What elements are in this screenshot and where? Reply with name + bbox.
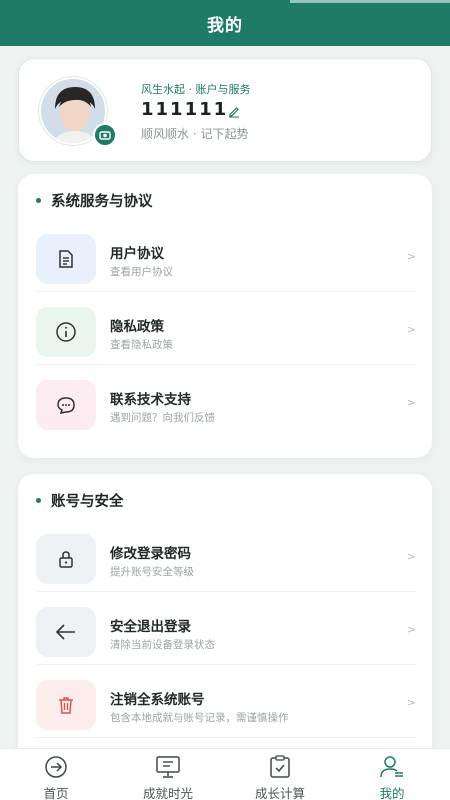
page-title: 我的 (207, 15, 243, 36)
section-system-services: 系统服务与协议 用户协议 查看用户协议 > 隐私政策 查看隐私政策 > 联系技术… (18, 174, 432, 458)
menu-item-title: 联系技术支持 (110, 392, 191, 408)
menu-item-title: 隐私政策 (110, 319, 164, 335)
arrow-circle-icon (43, 755, 69, 779)
menu-item-delete-account[interactable]: 注销全系统账号 包含本地成就与账号记录，需谨慎操作 > (36, 672, 416, 738)
trash-icon (36, 680, 96, 730)
tab-label: 成就时光 (142, 786, 193, 800)
section-title: 账号与安全 (36, 490, 124, 511)
menu-item-user-agreement[interactable]: 用户协议 查看用户协议 > (36, 226, 416, 292)
clipboard-check-icon (267, 755, 293, 779)
menu-item-title: 用户协议 (110, 246, 164, 262)
chevron-right-icon: > (406, 696, 416, 709)
menu-item-subtitle: 遇到问题？向我们反馈 (110, 412, 215, 424)
section-account-security: 账号与安全 修改登录密码 提升账号安全等级 > 安全退出登录 清除当前设备登录状… (18, 474, 432, 764)
tab-achievements[interactable]: 成就时光 (112, 749, 224, 800)
chevron-right-icon: > (406, 623, 416, 636)
tab-growth-calc[interactable]: 成长计算 (224, 749, 336, 800)
menu-item-tech-support[interactable]: 联系技术支持 遇到问题？向我们反馈 > (36, 372, 416, 438)
menu-item-title: 修改登录密码 (110, 546, 191, 562)
chevron-right-icon: > (406, 323, 416, 336)
menu-item-title: 注销全系统账号 (110, 692, 205, 708)
chevron-right-icon: > (406, 250, 416, 263)
edit-icon[interactable] (227, 103, 241, 118)
section-title-text: 账号与安全 (51, 494, 124, 510)
profile-name: 111111 (141, 99, 229, 120)
menu-item-subtitle: 清除当前设备登录状态 (110, 639, 215, 651)
document-icon (36, 234, 96, 284)
bottom-tab-bar: 首页 成就时光 成长计算 我的 (0, 748, 450, 800)
camera-icon[interactable] (93, 123, 117, 147)
tab-home[interactable]: 首页 (0, 749, 112, 800)
header-highlight (290, 0, 450, 3)
tab-label: 成长计算 (254, 786, 305, 800)
menu-item-subtitle: 查看用户协议 (110, 266, 173, 278)
menu-item-subtitle: 包含本地成就与账号记录，需谨慎操作 (110, 712, 289, 724)
monitor-icon (155, 755, 181, 779)
menu-item-change-password[interactable]: 修改登录密码 提升账号安全等级 > (36, 526, 416, 592)
section-title-text: 系统服务与协议 (51, 194, 153, 210)
profile-motto: 顺风顺水 · 记下起势 (141, 127, 249, 141)
user-icon (379, 755, 405, 779)
menu-item-logout[interactable]: 安全退出登录 清除当前设备登录状态 > (36, 599, 416, 665)
chevron-right-icon: > (406, 550, 416, 563)
menu-item-subtitle: 提升账号安全等级 (110, 566, 194, 578)
menu-item-title: 安全退出登录 (110, 619, 191, 635)
arrow-left-icon (36, 607, 96, 657)
chevron-right-icon: > (406, 396, 416, 409)
top-header: 我的 (0, 0, 450, 46)
tab-label: 首页 (43, 786, 69, 800)
lock-icon (36, 534, 96, 584)
profile-card[interactable]: 风生水起 · 账户与服务 111111 顺风顺水 · 记下起势 (18, 58, 432, 162)
tab-label: 我的 (379, 786, 405, 800)
info-icon (36, 307, 96, 357)
tab-mine[interactable]: 我的 (336, 749, 448, 800)
chat-icon (36, 380, 96, 430)
menu-item-subtitle: 查看隐私政策 (110, 339, 173, 351)
bullet-dot (36, 198, 41, 203)
section-title: 系统服务与协议 (36, 190, 153, 211)
menu-item-privacy-policy[interactable]: 隐私政策 查看隐私政策 > (36, 299, 416, 365)
profile-tag: 风生水起 · 账户与服务 (141, 83, 251, 96)
bullet-dot (36, 498, 41, 503)
